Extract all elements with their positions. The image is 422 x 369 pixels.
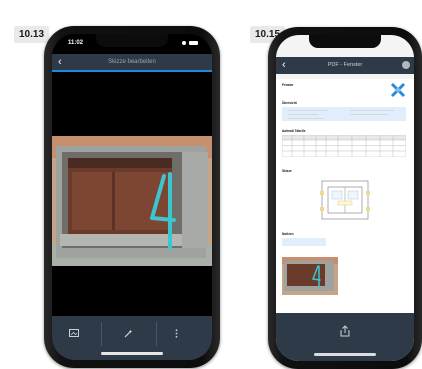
sketch-drawing — [320, 180, 370, 220]
signal-icon — [182, 41, 186, 45]
company-logo-icon — [390, 82, 406, 98]
phone-sketch-editor: 11:02 ‹ Skizze bearbeiten — [44, 26, 220, 368]
section-overview-heading: Übersicht — [282, 101, 297, 105]
section-measurement-heading: Aufmaß Tabelle — [282, 129, 306, 133]
measurement-table — [282, 135, 406, 157]
home-indicator — [101, 352, 163, 355]
text-line — [288, 110, 328, 111]
photo-thumbnail — [282, 257, 338, 295]
text-line — [350, 110, 394, 111]
text-line — [288, 118, 324, 119]
phone-pdf-preview: ‹ PDF - Fenster Fenster Übersicht Aufmaß… — [268, 27, 422, 369]
pdf-document[interactable]: Fenster Übersicht Aufmaß Tabelle Skizze … — [276, 79, 414, 313]
image-icon[interactable] — [64, 326, 84, 340]
doc-heading: Fenster — [282, 83, 294, 87]
section-notes-heading: Notizen — [282, 232, 294, 236]
figure-label-10-13: 10.13 — [14, 26, 50, 43]
nav-bar: ‹ Skizze bearbeiten — [52, 54, 212, 72]
more-vertical-icon[interactable] — [166, 326, 186, 340]
notch — [309, 35, 381, 48]
sketch-photo[interactable] — [52, 136, 212, 266]
page-title: PDF - Fenster — [327, 62, 363, 68]
notch — [96, 34, 168, 47]
share-icon[interactable] — [402, 61, 410, 69]
text-line — [350, 114, 388, 115]
nav-bar: ‹ PDF - Fenster — [276, 57, 414, 74]
photo-wall-image — [52, 136, 212, 266]
battery-icon — [189, 41, 198, 45]
share-icon[interactable] — [340, 325, 350, 337]
toolbar-divider — [101, 322, 102, 346]
status-time: 11:02 — [68, 40, 84, 46]
section-sketch-heading: Skizze — [282, 169, 292, 173]
magic-wand-icon[interactable] — [118, 326, 138, 340]
home-indicator — [314, 353, 376, 356]
screen: ‹ PDF - Fenster Fenster Übersicht Aufmaß… — [276, 35, 414, 361]
notes-box — [282, 238, 326, 246]
text-line — [288, 114, 318, 115]
screen: 11:02 ‹ Skizze bearbeiten — [52, 34, 212, 360]
page-title: Skizze bearbeiten — [108, 59, 156, 65]
toolbar-divider — [156, 322, 157, 346]
